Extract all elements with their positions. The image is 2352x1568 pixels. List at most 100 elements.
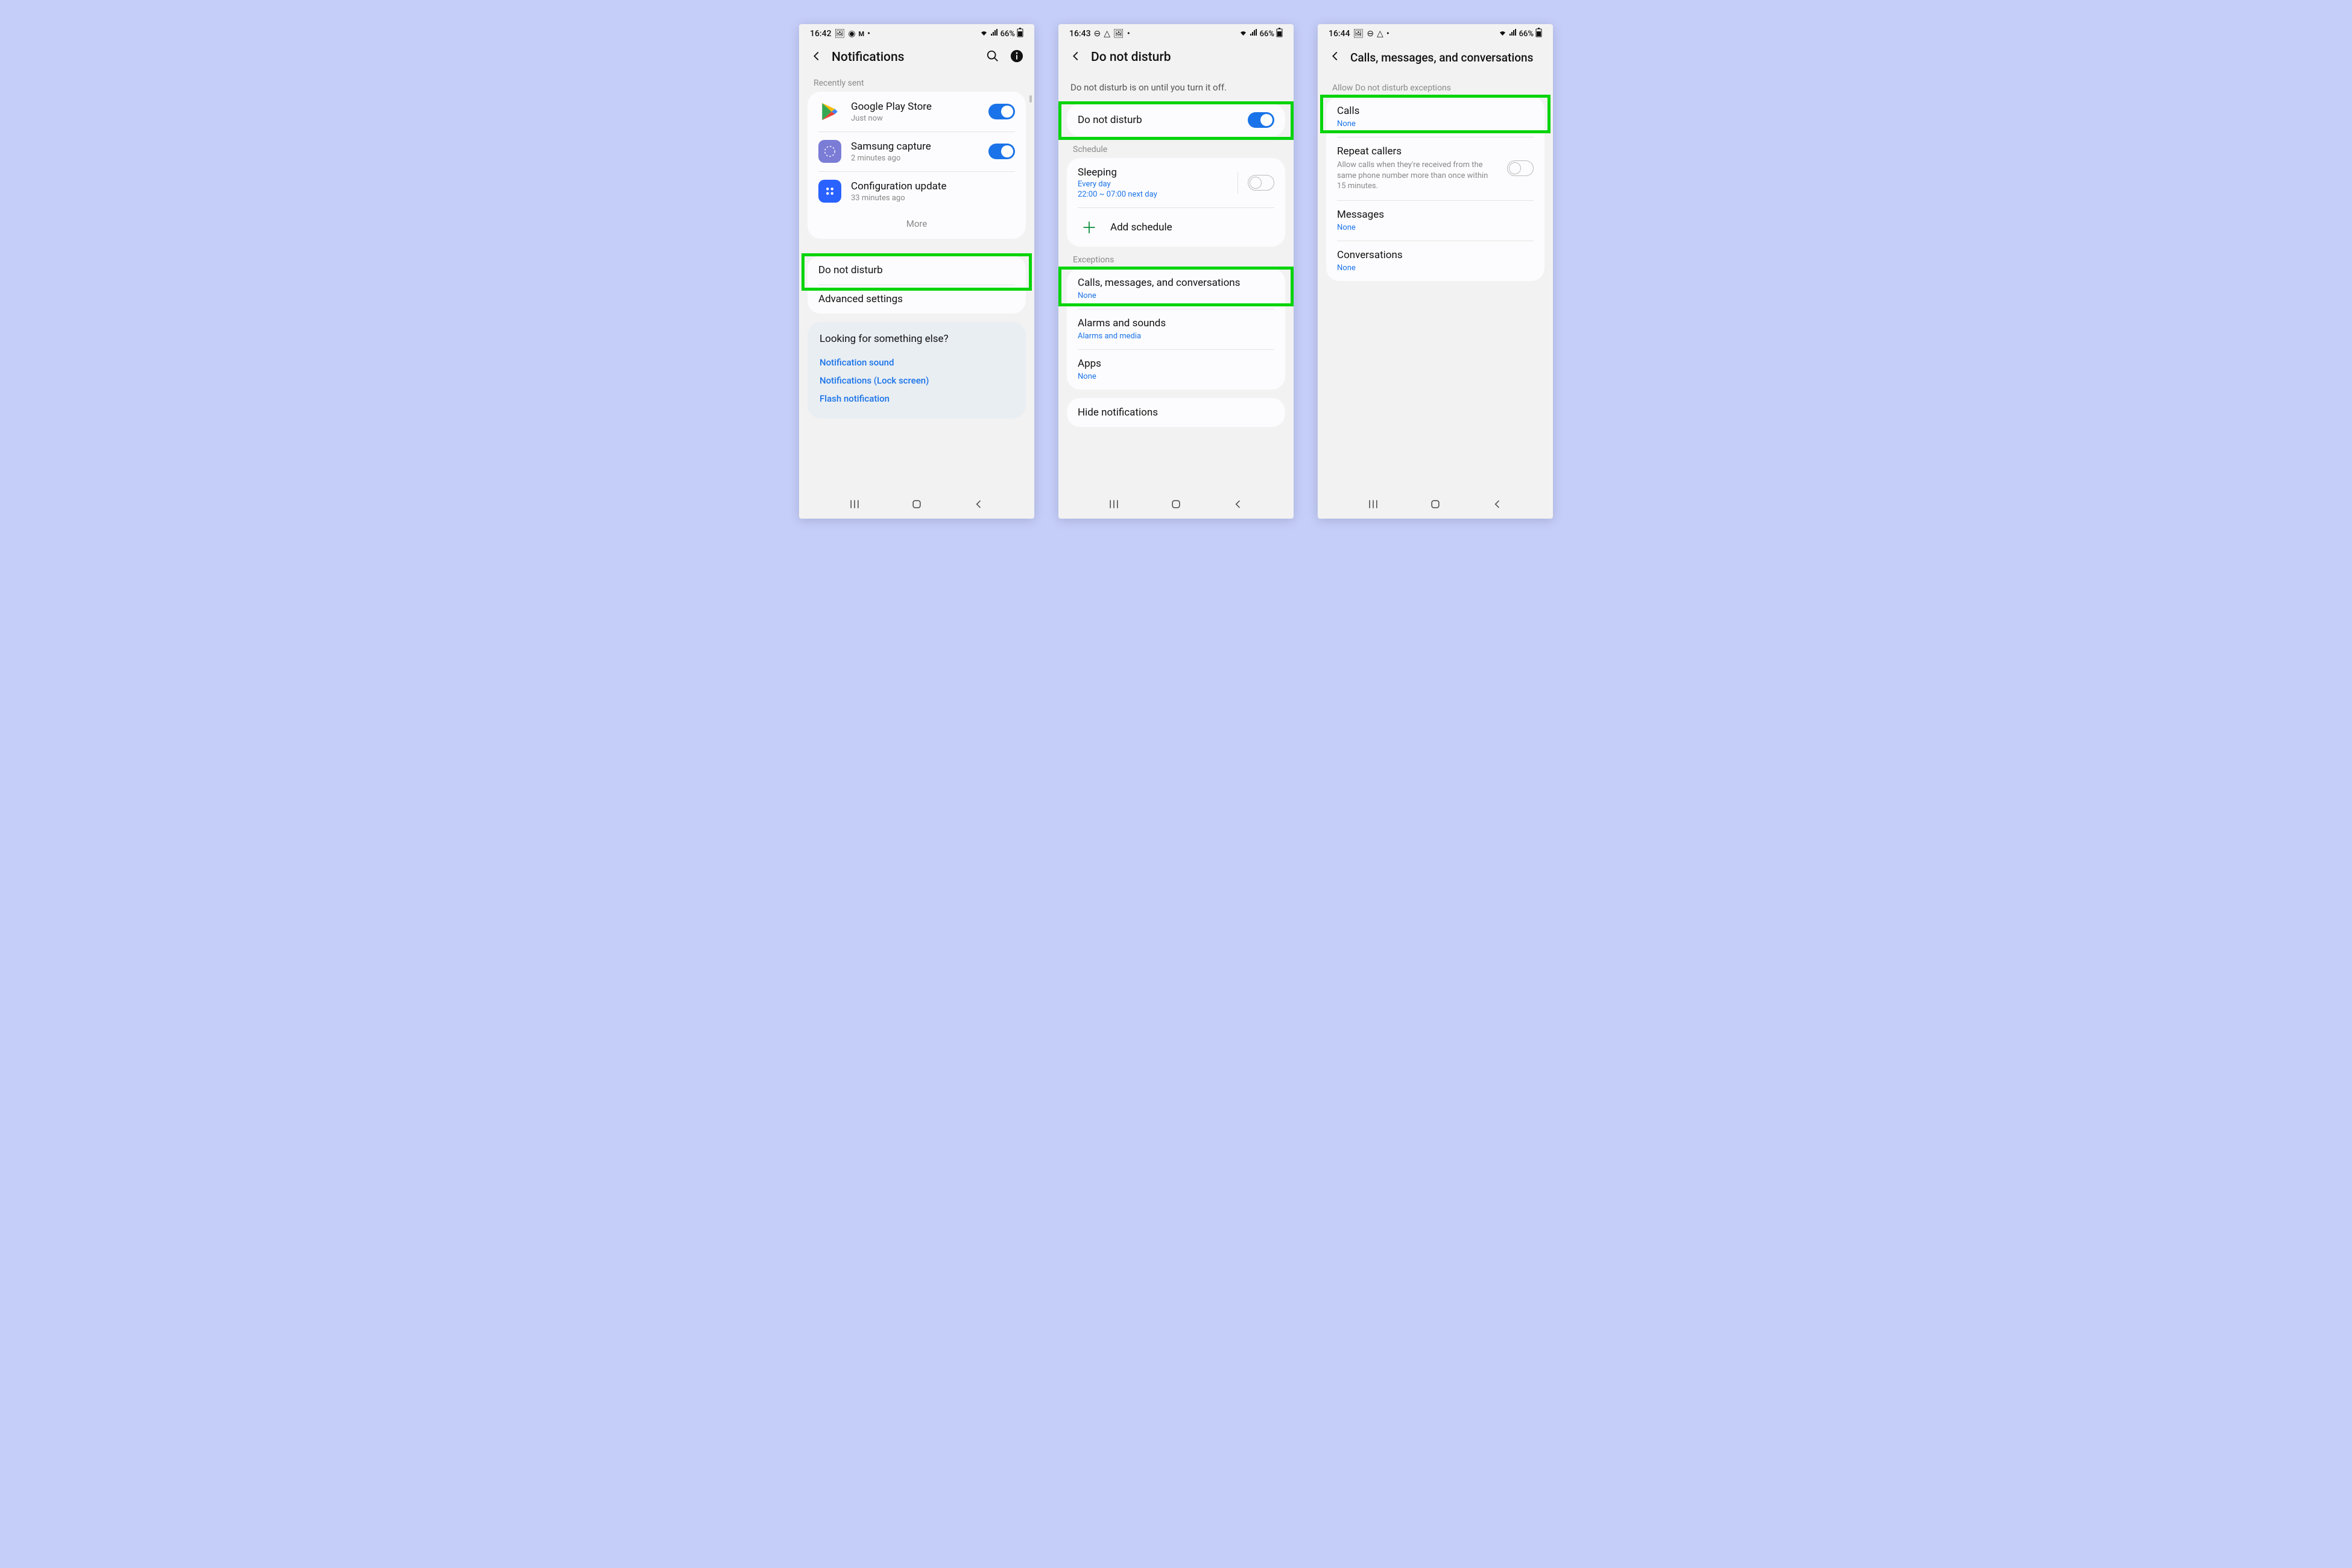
section-allow: Allow Do not disturb exceptions [1326,74,1544,96]
advanced-settings-row[interactable]: Advanced settings [808,285,1026,314]
dnd-label: Do not disturb [818,264,883,276]
repeat-callers-row[interactable]: Repeat callers Allow calls when they're … [1326,137,1544,200]
link-flash-notification[interactable]: Flash notification [820,390,1014,408]
app-row-play-store[interactable]: Google Play Store Just now [808,92,1026,131]
toggle-play-store[interactable] [988,104,1015,119]
recent-apps-card: Google Play Store Just now Samsung captu… [808,92,1026,239]
back-nav-icon[interactable] [1491,498,1503,513]
do-not-disturb-row[interactable]: Do not disturb [808,256,1026,285]
dnd-status-icon: ⊖ [1094,29,1101,39]
calls-label: Calls [1337,105,1359,117]
home-icon[interactable] [1429,498,1441,513]
battery-icon [1276,28,1283,40]
home-icon[interactable] [1170,498,1182,513]
home-icon[interactable] [911,498,923,513]
dnd-toggle[interactable] [1248,112,1274,128]
battery-pct: 66% [1519,30,1534,39]
wifi-icon [979,29,988,39]
app-row-config-update[interactable]: Configuration update 33 minutes ago [808,171,1026,211]
battery-icon [1017,28,1023,40]
dot-icon: • [1127,29,1130,39]
repeat-toggle[interactable] [1507,160,1534,176]
messages-row[interactable]: Messages None [1326,200,1544,241]
advanced-label: Advanced settings [818,293,903,305]
back-nav-icon[interactable] [1232,498,1244,513]
nav-bar [799,492,1034,519]
app-name: Google Play Store [851,101,979,113]
recents-icon[interactable] [1108,498,1120,513]
nav-bar [1318,492,1553,519]
image-icon: 🖼 [835,29,846,39]
clock: 16:44 [1329,29,1350,39]
scrollbar[interactable] [1029,95,1032,103]
back-nav-icon[interactable] [973,498,985,513]
dot-icon: • [867,29,870,39]
battery-pct: 66% [1260,30,1274,39]
apps-label: Apps [1078,358,1101,370]
search-icon[interactable] [986,49,999,65]
link-notification-sound[interactable]: Notification sound [820,353,1014,371]
messages-label: Messages [1337,209,1384,221]
add-schedule-label: Add schedule [1110,221,1172,233]
phone-screen-3: 16:44 🖼 ⊖ △ • 66% Calls, messages, and c… [1318,24,1553,519]
sleeping-toggle[interactable] [1248,175,1274,191]
recents-icon[interactable] [1367,498,1379,513]
back-icon[interactable] [810,49,823,65]
dnd-toggle-label: Do not disturb [1078,114,1238,126]
calls-msgs-row[interactable]: Calls, messages, and conversations None [1067,268,1285,309]
config-update-icon [818,180,841,203]
info-icon[interactable] [1010,49,1023,65]
status-bar: 16:44 🖼 ⊖ △ • 66% [1318,24,1553,43]
repeat-label: Repeat callers [1337,145,1497,157]
drive-icon: △ [1377,29,1383,39]
schedule-sleeping-row[interactable]: Sleeping Every day 22:00 ~ 07:00 next da… [1067,158,1285,207]
signal-icon [990,29,999,39]
battery-pct: 66% [1001,30,1015,39]
add-schedule-row[interactable]: ＋ Add schedule [1067,207,1285,247]
header: Calls, messages, and conversations [1318,43,1553,74]
repeat-desc: Allow calls when they're received from t… [1337,160,1497,192]
sleeping-label: Sleeping [1078,166,1228,179]
signal-icon [1509,29,1517,39]
signal-icon [1250,29,1258,39]
status-bar: 16:43 ⊖ △ 🖼 • 66% [1058,24,1294,43]
back-icon[interactable] [1329,49,1342,65]
apps-row[interactable]: Apps None [1067,349,1285,390]
phone-screen-1: 16:42 🖼 ◉ M • 66% Notifications [799,24,1034,519]
more-button[interactable]: More [808,211,1026,239]
app-time: Just now [851,114,979,123]
messages-sub: None [1337,223,1356,232]
sleeping-sub2: 22:00 ~ 07:00 next day [1078,190,1228,199]
page-title: Calls, messages, and conversations [1350,51,1542,65]
hide-notifications-row[interactable]: Hide notifications [1067,398,1285,427]
samsung-capture-icon [818,140,841,163]
schedule-card: Sleeping Every day 22:00 ~ 07:00 next da… [1067,158,1285,247]
sleeping-sub1: Every day [1078,180,1228,189]
calls-sub: None [1337,119,1356,128]
alarms-label: Alarms and sounds [1078,317,1166,329]
alarms-row[interactable]: Alarms and sounds Alarms and media [1067,309,1285,349]
exceptions-card: Calls, messages, and conversations None … [1067,268,1285,390]
back-icon[interactable] [1069,49,1083,65]
dnd-status-icon: ⊖ [1367,29,1374,39]
app-name: Samsung capture [851,141,979,153]
app-time: 2 minutes ago [851,154,979,163]
battery-icon [1535,28,1542,40]
toggle-samsung-capture[interactable] [988,144,1015,159]
link-notifications-lockscreen[interactable]: Notifications (Lock screen) [820,371,1014,390]
dnd-toggle-row[interactable]: Do not disturb [1067,104,1285,136]
page-title: Do not disturb [1091,50,1283,65]
dnd-toggle-card: Do not disturb [1067,104,1285,136]
conversations-row[interactable]: Conversations None [1326,241,1544,281]
looking-title: Looking for something else? [820,333,1014,345]
section-schedule: Schedule [1058,136,1294,158]
calls-row[interactable]: Calls None [1326,96,1544,137]
looking-for-card: Looking for something else? Notification… [808,322,1026,419]
phone-screen-2: 16:43 ⊖ △ 🖼 • 66% Do not disturb Do not … [1058,24,1294,519]
clock: 16:42 [810,29,832,39]
recents-icon[interactable] [849,498,861,513]
dnd-card: Do not disturb Advanced settings [808,256,1026,314]
app-time: 33 minutes ago [851,194,1015,203]
calls-msgs-label: Calls, messages, and conversations [1078,277,1240,289]
app-row-samsung-capture[interactable]: Samsung capture 2 minutes ago [808,131,1026,171]
